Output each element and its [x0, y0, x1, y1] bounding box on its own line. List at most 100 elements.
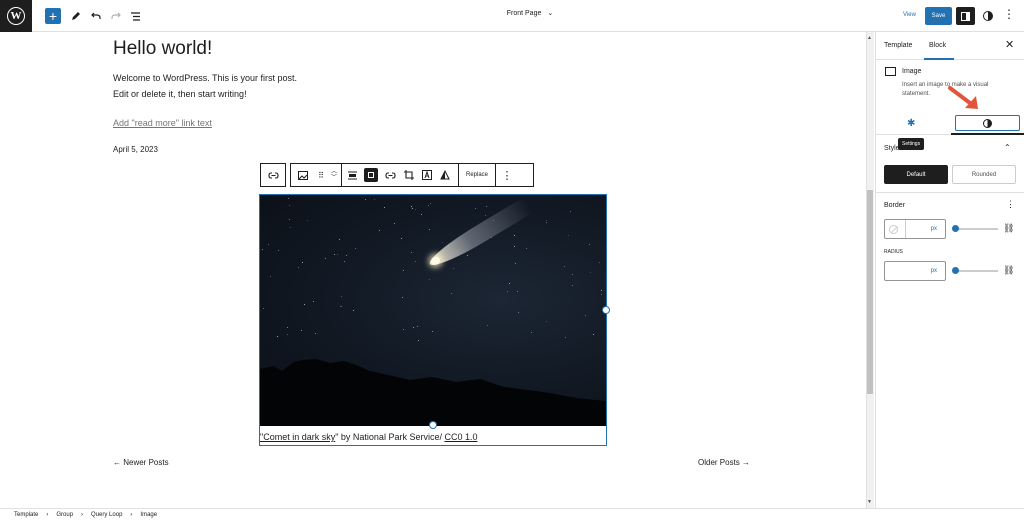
resize-handle-bottom[interactable]	[429, 421, 437, 429]
breadcrumb-item[interactable]: Template	[14, 512, 38, 518]
star	[411, 208, 413, 210]
link-sides-icon[interactable]: ⛓	[1003, 223, 1014, 234]
newer-posts-link[interactable]: ← Newer Posts	[113, 458, 169, 467]
styles-panel-title[interactable]: Styles	[884, 145, 903, 152]
drag-handle[interactable]: ⠿	[315, 164, 327, 186]
radius-slider-thumb[interactable]	[952, 267, 959, 274]
wordpress-logo[interactable]: W	[0, 0, 32, 32]
more-vertical-icon: ⋮	[501, 169, 513, 182]
older-posts-link[interactable]: Older Posts →	[698, 458, 750, 467]
star	[545, 221, 547, 223]
list-view-button[interactable]	[128, 8, 142, 24]
scroll-up-icon[interactable]: ▲	[867, 35, 872, 41]
chevron-right-icon: ›	[46, 512, 49, 518]
star	[401, 297, 403, 299]
link-icon	[384, 171, 396, 179]
star	[403, 329, 405, 331]
breadcrumb-item[interactable]: Group	[56, 512, 73, 518]
star	[313, 301, 315, 303]
canvas-scrollbar-thumb[interactable]	[867, 190, 873, 394]
tab-block[interactable]: Block	[929, 42, 946, 49]
parent-selector-button[interactable]	[261, 164, 285, 186]
star	[431, 330, 433, 332]
star	[353, 309, 354, 311]
border-color-swatch[interactable]	[889, 225, 898, 234]
caption-icon	[364, 168, 378, 182]
block-options-button[interactable]: ⋮	[496, 164, 518, 186]
chevron-right-icon: ›	[130, 512, 133, 518]
undo-button[interactable]	[89, 8, 103, 24]
crop-button[interactable]	[400, 164, 418, 186]
post-title[interactable]: Hello world!	[113, 38, 212, 60]
move-up-down-buttons[interactable]: ︿ ﹀	[327, 164, 341, 186]
star	[518, 312, 520, 314]
breadcrumb-item[interactable]: Image	[140, 512, 157, 518]
caption-attribution: " by National Park Service/	[335, 432, 445, 442]
active-inspector-tab-indicator	[951, 133, 1024, 135]
document-title-dropdown[interactable]: Front Page ⌄	[470, 9, 590, 17]
border-slider-thumb[interactable]	[952, 225, 959, 232]
duotone-icon	[440, 170, 450, 180]
image-icon	[885, 67, 896, 76]
tab-template[interactable]: Template	[884, 42, 912, 49]
star	[585, 315, 587, 317]
breadcrumb-item[interactable]: Query Loop	[91, 512, 122, 518]
replace-button[interactable]: Replace	[459, 164, 495, 186]
save-button[interactable]: Save	[925, 7, 952, 25]
gear-icon[interactable]: ✱	[907, 118, 915, 129]
post-paragraph-line-1[interactable]: Welcome to WordPress. This is your first…	[113, 73, 297, 83]
star	[441, 242, 443, 244]
mountain-silhouette	[260, 359, 606, 426]
panel-divider	[876, 192, 1024, 193]
style-rounded-button[interactable]: Rounded	[952, 165, 1016, 184]
tab-styles[interactable]	[955, 115, 1020, 131]
star	[421, 213, 423, 215]
image-caption[interactable]: "Comet in dark sky" by National Park Ser…	[260, 432, 606, 442]
more-vertical-icon[interactable]: ⋮	[1006, 199, 1015, 210]
border-width-slider[interactable]	[954, 228, 998, 230]
style-default-button[interactable]: Default	[884, 165, 948, 184]
wordpress-icon: W	[7, 7, 25, 25]
insert-link-button[interactable]	[380, 164, 400, 186]
close-icon[interactable]: ✕	[1005, 38, 1014, 51]
star	[486, 206, 488, 208]
caption-source-link[interactable]: "Comet in dark sky	[260, 432, 335, 442]
radius-field[interactable]: px	[884, 261, 946, 281]
add-block-button[interactable]: +	[45, 8, 61, 24]
undo-icon	[91, 12, 101, 19]
options-button[interactable]: ⋮	[1003, 8, 1015, 20]
star	[288, 205, 290, 207]
settings-toggle-button[interactable]	[956, 7, 975, 25]
star	[346, 255, 348, 257]
radius-slider[interactable]	[954, 270, 998, 272]
chevron-up-icon[interactable]: ⌃	[1004, 143, 1011, 152]
redo-button[interactable]	[109, 8, 123, 24]
image-block-type-button[interactable]	[291, 164, 315, 186]
block-breadcrumb: Template › Group › Query Loop › Image	[0, 508, 1024, 521]
caption-toggle-button[interactable]	[362, 164, 380, 186]
image-block[interactable]: "Comet in dark sky" by National Park Ser…	[259, 194, 610, 446]
edit-tools-button[interactable]	[69, 8, 83, 24]
resize-handle-right[interactable]	[602, 306, 610, 314]
align-button[interactable]	[342, 164, 362, 186]
settings-sidebar: Template Block ✕ Image Insert an image t…	[875, 32, 1024, 508]
sidebar-tabs: Template Block ✕	[876, 32, 1024, 60]
star	[417, 340, 419, 342]
read-more-link[interactable]: Add "read more" link text	[113, 118, 212, 128]
styles-icon[interactable]	[983, 11, 993, 21]
link-loop-icon	[267, 171, 279, 179]
star	[517, 291, 519, 293]
star	[314, 333, 316, 335]
star	[530, 332, 532, 334]
redo-icon	[111, 12, 121, 19]
star	[452, 268, 454, 270]
link-corners-icon[interactable]: ⛓	[1003, 265, 1014, 276]
post-paragraph-line-2[interactable]: Edit or delete it, then start writing!	[113, 89, 247, 99]
scroll-down-icon[interactable]: ▼	[867, 499, 872, 505]
border-width-field[interactable]: px	[884, 219, 946, 239]
view-button[interactable]: View	[903, 12, 916, 18]
editor-header: W + Front Page ⌄ View Save ⋮	[0, 0, 1024, 32]
text-overlay-button[interactable]	[418, 164, 436, 186]
duotone-button[interactable]	[436, 164, 454, 186]
caption-license-link[interactable]: CC0 1.0	[444, 432, 477, 442]
